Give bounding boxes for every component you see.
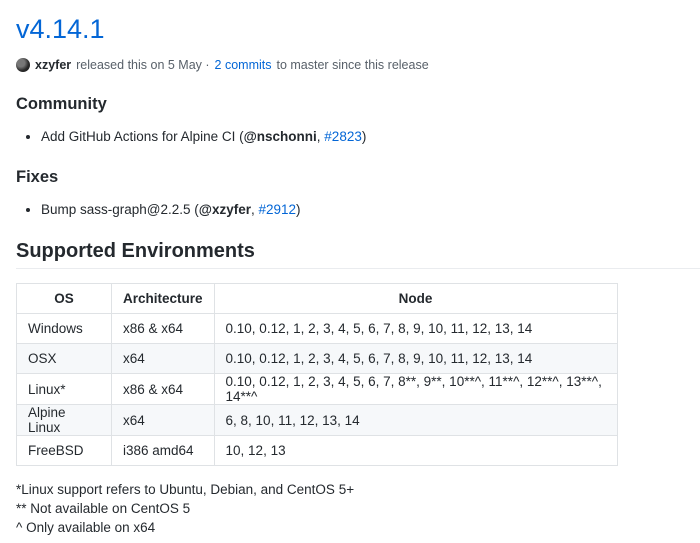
heading-divider [16, 268, 700, 269]
footnote-linux: *Linux support refers to Ubuntu, Debian,… [16, 482, 355, 497]
section-heading-supported-environments: Supported Environments [16, 240, 255, 262]
footnote-centos: ** Not available on CentOS 5 [16, 501, 191, 516]
release-title-link[interactable]: v4.14.1 [16, 16, 105, 43]
table-cell-architecture: x64 [111, 343, 215, 374]
commits-link[interactable]: 2 commits [215, 58, 272, 72]
table-cell-architecture: i386 amd64 [111, 435, 215, 466]
table-cell-os: Alpine Linux [16, 404, 112, 436]
table-cell-node: 6, 8, 10, 11, 12, 13, 14 [213, 404, 618, 436]
pull-request-link[interactable]: #2912 [258, 202, 296, 217]
table-cell-node: 0.10, 0.12, 1, 2, 3, 4, 5, 6, 7, 8**, 9*… [213, 373, 618, 405]
list-item: Add GitHub Actions for Alpine CI (@nscho… [41, 130, 366, 144]
footnotes: *Linux support refers to Ubuntu, Debian,… [16, 480, 354, 537]
table-header-row: OS Architecture Node [16, 283, 618, 314]
table-row: Alpine Linux x64 6, 8, 10, 11, 12, 13, 1… [16, 404, 618, 436]
table-row: FreeBSD i386 amd64 10, 12, 13 [16, 435, 618, 466]
user-mention-link[interactable]: @xzyfer [199, 202, 251, 217]
table-cell-os: Windows [16, 313, 112, 344]
table-cell-architecture: x86 & x64 [111, 373, 215, 405]
table-cell-os: Linux* [16, 373, 112, 405]
paren-close: ) [361, 129, 367, 144]
table-header-node: Node [213, 283, 618, 314]
table-cell-architecture: x64 [111, 404, 215, 436]
release-meta: xzyfer released this on 5 May · 2 commit… [16, 58, 429, 72]
table-cell-node: 0.10, 0.12, 1, 2, 3, 4, 5, 6, 7, 8, 9, 1… [213, 313, 618, 344]
table-header-architecture: Architecture [111, 283, 215, 314]
release-page: v4.14.1 xzyfer released this on 5 May · … [0, 0, 700, 543]
table-cell-architecture: x86 & x64 [111, 313, 215, 344]
pull-request-link[interactable]: #2823 [324, 129, 362, 144]
list-item-text: Bump sass-graph@2.2.5 ( [41, 202, 199, 217]
list-item-text: Add GitHub Actions for Alpine CI ( [41, 129, 244, 144]
table-row: OSX x64 0.10, 0.12, 1, 2, 3, 4, 5, 6, 7,… [16, 343, 618, 374]
community-list: Add GitHub Actions for Alpine CI (@nscho… [16, 130, 366, 144]
user-mention-link[interactable]: @nschonni [244, 129, 317, 144]
table-header-os: OS [16, 283, 112, 314]
table-cell-os: FreeBSD [16, 435, 112, 466]
fixes-list: Bump sass-graph@2.2.5 (@xzyfer, #2912) [16, 203, 301, 217]
commits-suffix: to master since this release [276, 58, 429, 72]
supported-environments-table: OS Architecture Node Windows x86 & x64 0… [16, 283, 618, 466]
table-cell-node: 10, 12, 13 [213, 435, 618, 466]
list-item: Bump sass-graph@2.2.5 (@xzyfer, #2912) [41, 203, 301, 217]
table-row: Linux* x86 & x64 0.10, 0.12, 1, 2, 3, 4,… [16, 373, 618, 405]
paren-close: ) [296, 202, 301, 217]
section-heading-fixes: Fixes [16, 168, 59, 186]
table-cell-os: OSX [16, 343, 112, 374]
released-text: released this on 5 May · [76, 58, 210, 72]
table-row: Windows x86 & x64 0.10, 0.12, 1, 2, 3, 4… [16, 313, 618, 344]
author-link[interactable]: xzyfer [35, 58, 71, 72]
section-heading-community: Community [16, 95, 107, 113]
author-avatar[interactable] [16, 58, 30, 72]
footnote-x64: ^ Only available on x64 [16, 520, 156, 535]
table-cell-node: 0.10, 0.12, 1, 2, 3, 4, 5, 6, 7, 8, 9, 1… [213, 343, 618, 374]
